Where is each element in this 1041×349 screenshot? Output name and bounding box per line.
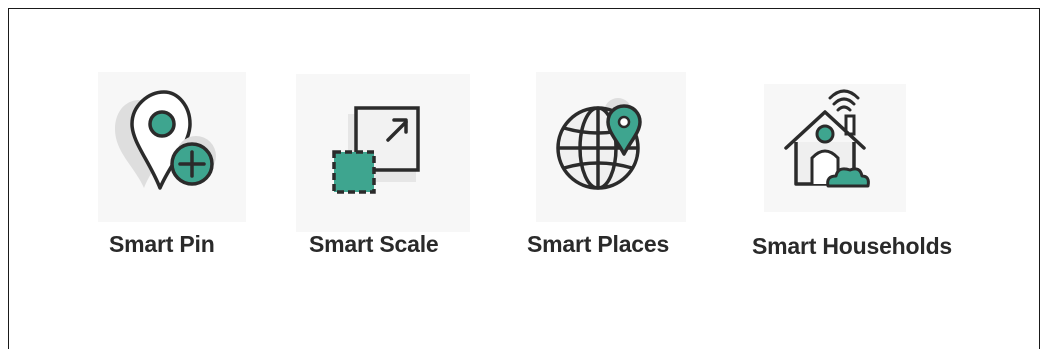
smart-scale-icon-tile <box>296 74 470 232</box>
smart-places-icon-tile <box>536 72 686 222</box>
smart-home-icon <box>784 89 870 188</box>
smart-places-label: Smart Places <box>527 231 670 257</box>
smart-households-label: Smart Households <box>752 233 953 259</box>
smart-pin-label: Smart Pin <box>109 231 215 257</box>
globe-location-icon <box>556 98 642 190</box>
smart-pin-icon-tile <box>98 72 246 222</box>
resize-expand-icon <box>332 106 420 194</box>
map-pin-plus-icon <box>115 90 216 190</box>
smart-households-icon-tile <box>764 84 906 212</box>
smart-scale-label: Smart Scale <box>309 231 439 257</box>
